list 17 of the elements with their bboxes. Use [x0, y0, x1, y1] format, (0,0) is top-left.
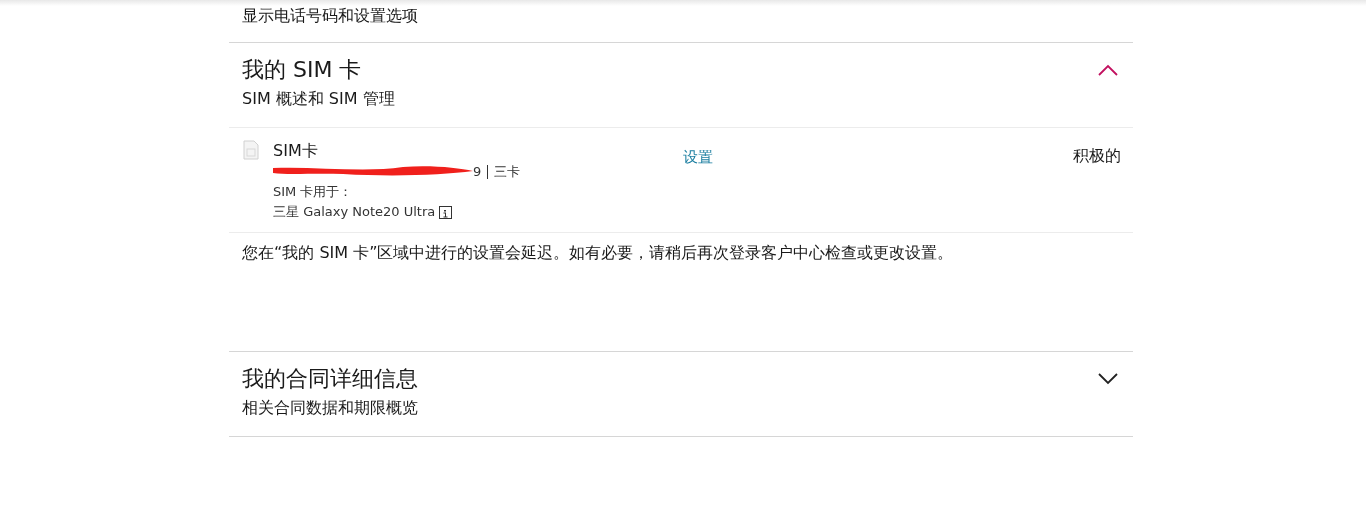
notice-text: 您在“我的 SIM 卡”区域中进行的设置会延迟。如有必要，请稍后再次登录客户中心检查或更改设置。	[241, 242, 955, 264]
used-for-label: SIM 卡用于：	[273, 183, 354, 201]
sim-type: 三卡	[494, 163, 521, 181]
chevron-up-icon[interactable]	[1097, 63, 1119, 77]
section-title: 我的 SIM 卡	[242, 56, 363, 84]
status-text: 积极的	[1073, 145, 1121, 167]
section-subtitle: SIM 概述和 SIM 管理	[242, 88, 395, 110]
phone-number: 9	[473, 163, 482, 181]
section-title: 我的合同详细信息	[242, 365, 418, 393]
device-name: 三星 Galaxy Note20 Ultra	[273, 204, 436, 219]
chevron-down-icon[interactable]	[1097, 372, 1119, 386]
section-subtitle: 显示电话号码和设置选项	[242, 5, 418, 27]
info-icon[interactable]	[439, 206, 453, 219]
section-subtitle: 相关合同数据和期限概览	[242, 397, 418, 419]
sim-name: SIM卡	[273, 140, 319, 162]
settings-link[interactable]: 设置	[683, 146, 713, 222]
sim-card-icon	[243, 140, 259, 160]
